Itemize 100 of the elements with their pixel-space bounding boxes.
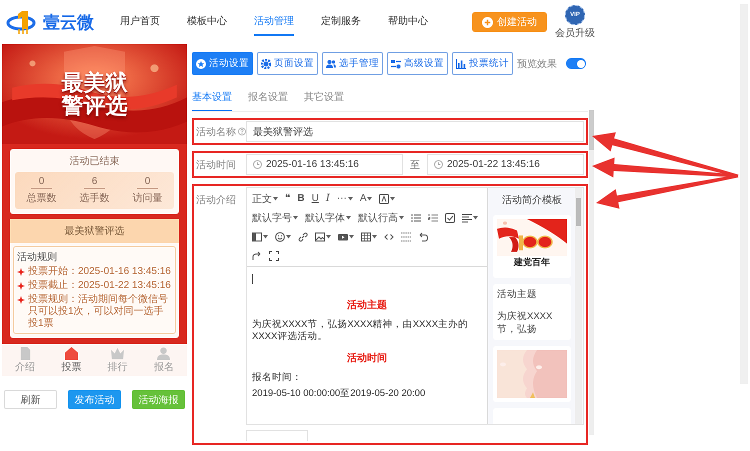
italic-button[interactable]: I xyxy=(322,190,333,206)
caret-icon xyxy=(349,234,354,238)
divider-icon xyxy=(401,232,411,242)
content-heading: 活动时间 xyxy=(346,352,388,365)
refresh-button[interactable]: 刷新 xyxy=(4,390,57,409)
caret-icon xyxy=(286,234,291,238)
range-separator: 至 xyxy=(409,158,421,172)
align-icon xyxy=(462,212,472,222)
toolbar-dropdown[interactable]: 正文 xyxy=(249,190,281,206)
settings-tab[interactable]: 投票统计 xyxy=(452,52,513,75)
toolbar-dropdown[interactable]: A xyxy=(356,190,376,206)
template-card[interactable]: 活动主题 为庆祝XXXX节，弘扬 xyxy=(493,284,571,340)
caret-icon xyxy=(399,216,404,220)
caret-icon xyxy=(273,196,278,200)
nav-link[interactable]: 模板中心 xyxy=(187,8,227,36)
people-icon xyxy=(326,58,336,68)
nav-link[interactable]: 活动管理 xyxy=(254,8,294,36)
clock-icon xyxy=(434,160,443,169)
sub-tab[interactable]: 报名设置 xyxy=(248,85,288,111)
caret-icon xyxy=(372,234,377,238)
rule-text: 投票开始：2025-01-16 13:45:16 xyxy=(28,266,171,278)
field-label: 活动介绍 xyxy=(196,194,236,207)
start-date-input[interactable]: 2025-01-16 13:45:16 xyxy=(246,154,403,175)
template-caption: 建党百年 xyxy=(512,256,551,269)
sub-tab[interactable]: 基本设置 xyxy=(192,85,232,111)
video-icon xyxy=(338,232,348,242)
document-icon xyxy=(18,347,32,360)
rule-text: 投票规则：活动期间每个微信号只可以投1次，可以对同一选手投1票 xyxy=(28,294,169,330)
caret-icon xyxy=(326,234,331,238)
content-paragraph: 报名时间： xyxy=(252,372,303,384)
name-input[interactable]: 最美狱警评选 xyxy=(246,121,584,142)
content-paragraph: 2019-05-10 00:00:00至2019-05-20 20:00 xyxy=(252,388,426,400)
stat-value: 0 xyxy=(136,176,158,189)
template-card[interactable]: 建党百年 xyxy=(493,215,571,278)
emoji-icon xyxy=(275,232,285,242)
stat-value: 0 xyxy=(30,176,52,189)
logo-text: 壹云微 xyxy=(43,12,94,34)
toolbar-dropdown[interactable]: 默认行高 xyxy=(355,210,407,226)
gear-icon xyxy=(261,58,271,68)
caret-icon xyxy=(346,216,351,220)
code-icon xyxy=(384,232,394,242)
content-heading: 活动主题 xyxy=(346,298,388,312)
stat-value: 6 xyxy=(84,176,106,189)
clock-icon xyxy=(253,160,262,169)
text-cursor xyxy=(252,274,253,284)
person-icon xyxy=(157,347,170,360)
redo-icon xyxy=(252,250,262,260)
numbers-icon xyxy=(428,212,438,222)
highlight-icon xyxy=(379,194,390,204)
sub-tab[interactable]: 其它设置 xyxy=(304,85,344,111)
upgrade-link[interactable]: 会员升级 xyxy=(555,26,595,40)
end-date-input[interactable]: 2025-01-22 13:45:16 xyxy=(427,154,584,175)
bottom-nav-item[interactable]: 投票 xyxy=(61,347,82,374)
bar-chart-icon xyxy=(456,58,466,68)
link-icon xyxy=(298,232,308,242)
scrollbar[interactable] xyxy=(589,110,594,435)
plus-circle-icon xyxy=(482,16,493,28)
todo-icon xyxy=(445,212,455,222)
template-panel-title: 活动简介模板 xyxy=(501,194,563,207)
template-heading: 活动主题 xyxy=(497,288,538,301)
scrollbar[interactable] xyxy=(740,4,748,384)
table-icon xyxy=(361,232,371,242)
activity-title: 最美狱警评选 xyxy=(10,219,179,243)
caret-icon xyxy=(473,216,478,220)
star-icon xyxy=(196,58,206,68)
settings-tab[interactable]: 选手管理 xyxy=(322,52,383,75)
stat-label: 总票数 xyxy=(26,192,56,205)
caret-icon xyxy=(293,216,298,220)
caret-icon xyxy=(348,196,353,200)
toolbar-dropdown[interactable]: 默认字体 xyxy=(302,210,354,226)
nav-link[interactable]: 定制服务 xyxy=(321,8,361,36)
nav-link[interactable]: 帮助中心 xyxy=(388,8,428,36)
toolbar-dropdown[interactable]: ··· xyxy=(334,190,356,206)
crown-icon xyxy=(111,347,124,360)
banner-title: 最美狱警评选 xyxy=(62,70,128,118)
preview-toggle[interactable] xyxy=(566,58,586,69)
settings-tab[interactable]: 页面设置 xyxy=(257,52,318,75)
bullets-icon xyxy=(411,212,421,222)
toggle-label: 预览效果 xyxy=(517,58,557,70)
indent-icon xyxy=(252,232,262,242)
template-excerpt: 为庆祝XXXX节，弘扬 xyxy=(497,310,554,336)
rules-heading: 活动规则 xyxy=(17,251,58,264)
settings-tab[interactable]: 高级设置 xyxy=(387,52,448,75)
bold-button[interactable]: B xyxy=(294,190,308,206)
rule-text: 投票截止：2025-01-22 13:45:16 xyxy=(28,280,171,292)
underline-button[interactable]: U xyxy=(308,190,322,206)
toolbar-dropdown[interactable]: 默认字号 xyxy=(249,210,301,226)
status-text: 活动已结束 xyxy=(70,154,120,168)
image-icon xyxy=(315,232,325,242)
fullscreen-icon xyxy=(269,250,279,260)
sliders-icon xyxy=(391,58,401,68)
quote-button[interactable]: ❝ xyxy=(282,190,294,206)
nav-link[interactable]: 用户首页 xyxy=(120,8,160,36)
field-label: 活动时间 xyxy=(196,158,236,172)
settings-tab[interactable]: 活动设置 xyxy=(192,52,253,75)
caret-icon xyxy=(367,196,372,200)
caret-icon xyxy=(390,196,396,200)
scrollbar[interactable] xyxy=(575,188,582,424)
stat-label: 选手数 xyxy=(80,192,110,205)
content-paragraph: 为庆祝XXXX节，弘扬XXXX精神，由XXXX主办的XXXX评选活动。 xyxy=(252,319,470,343)
